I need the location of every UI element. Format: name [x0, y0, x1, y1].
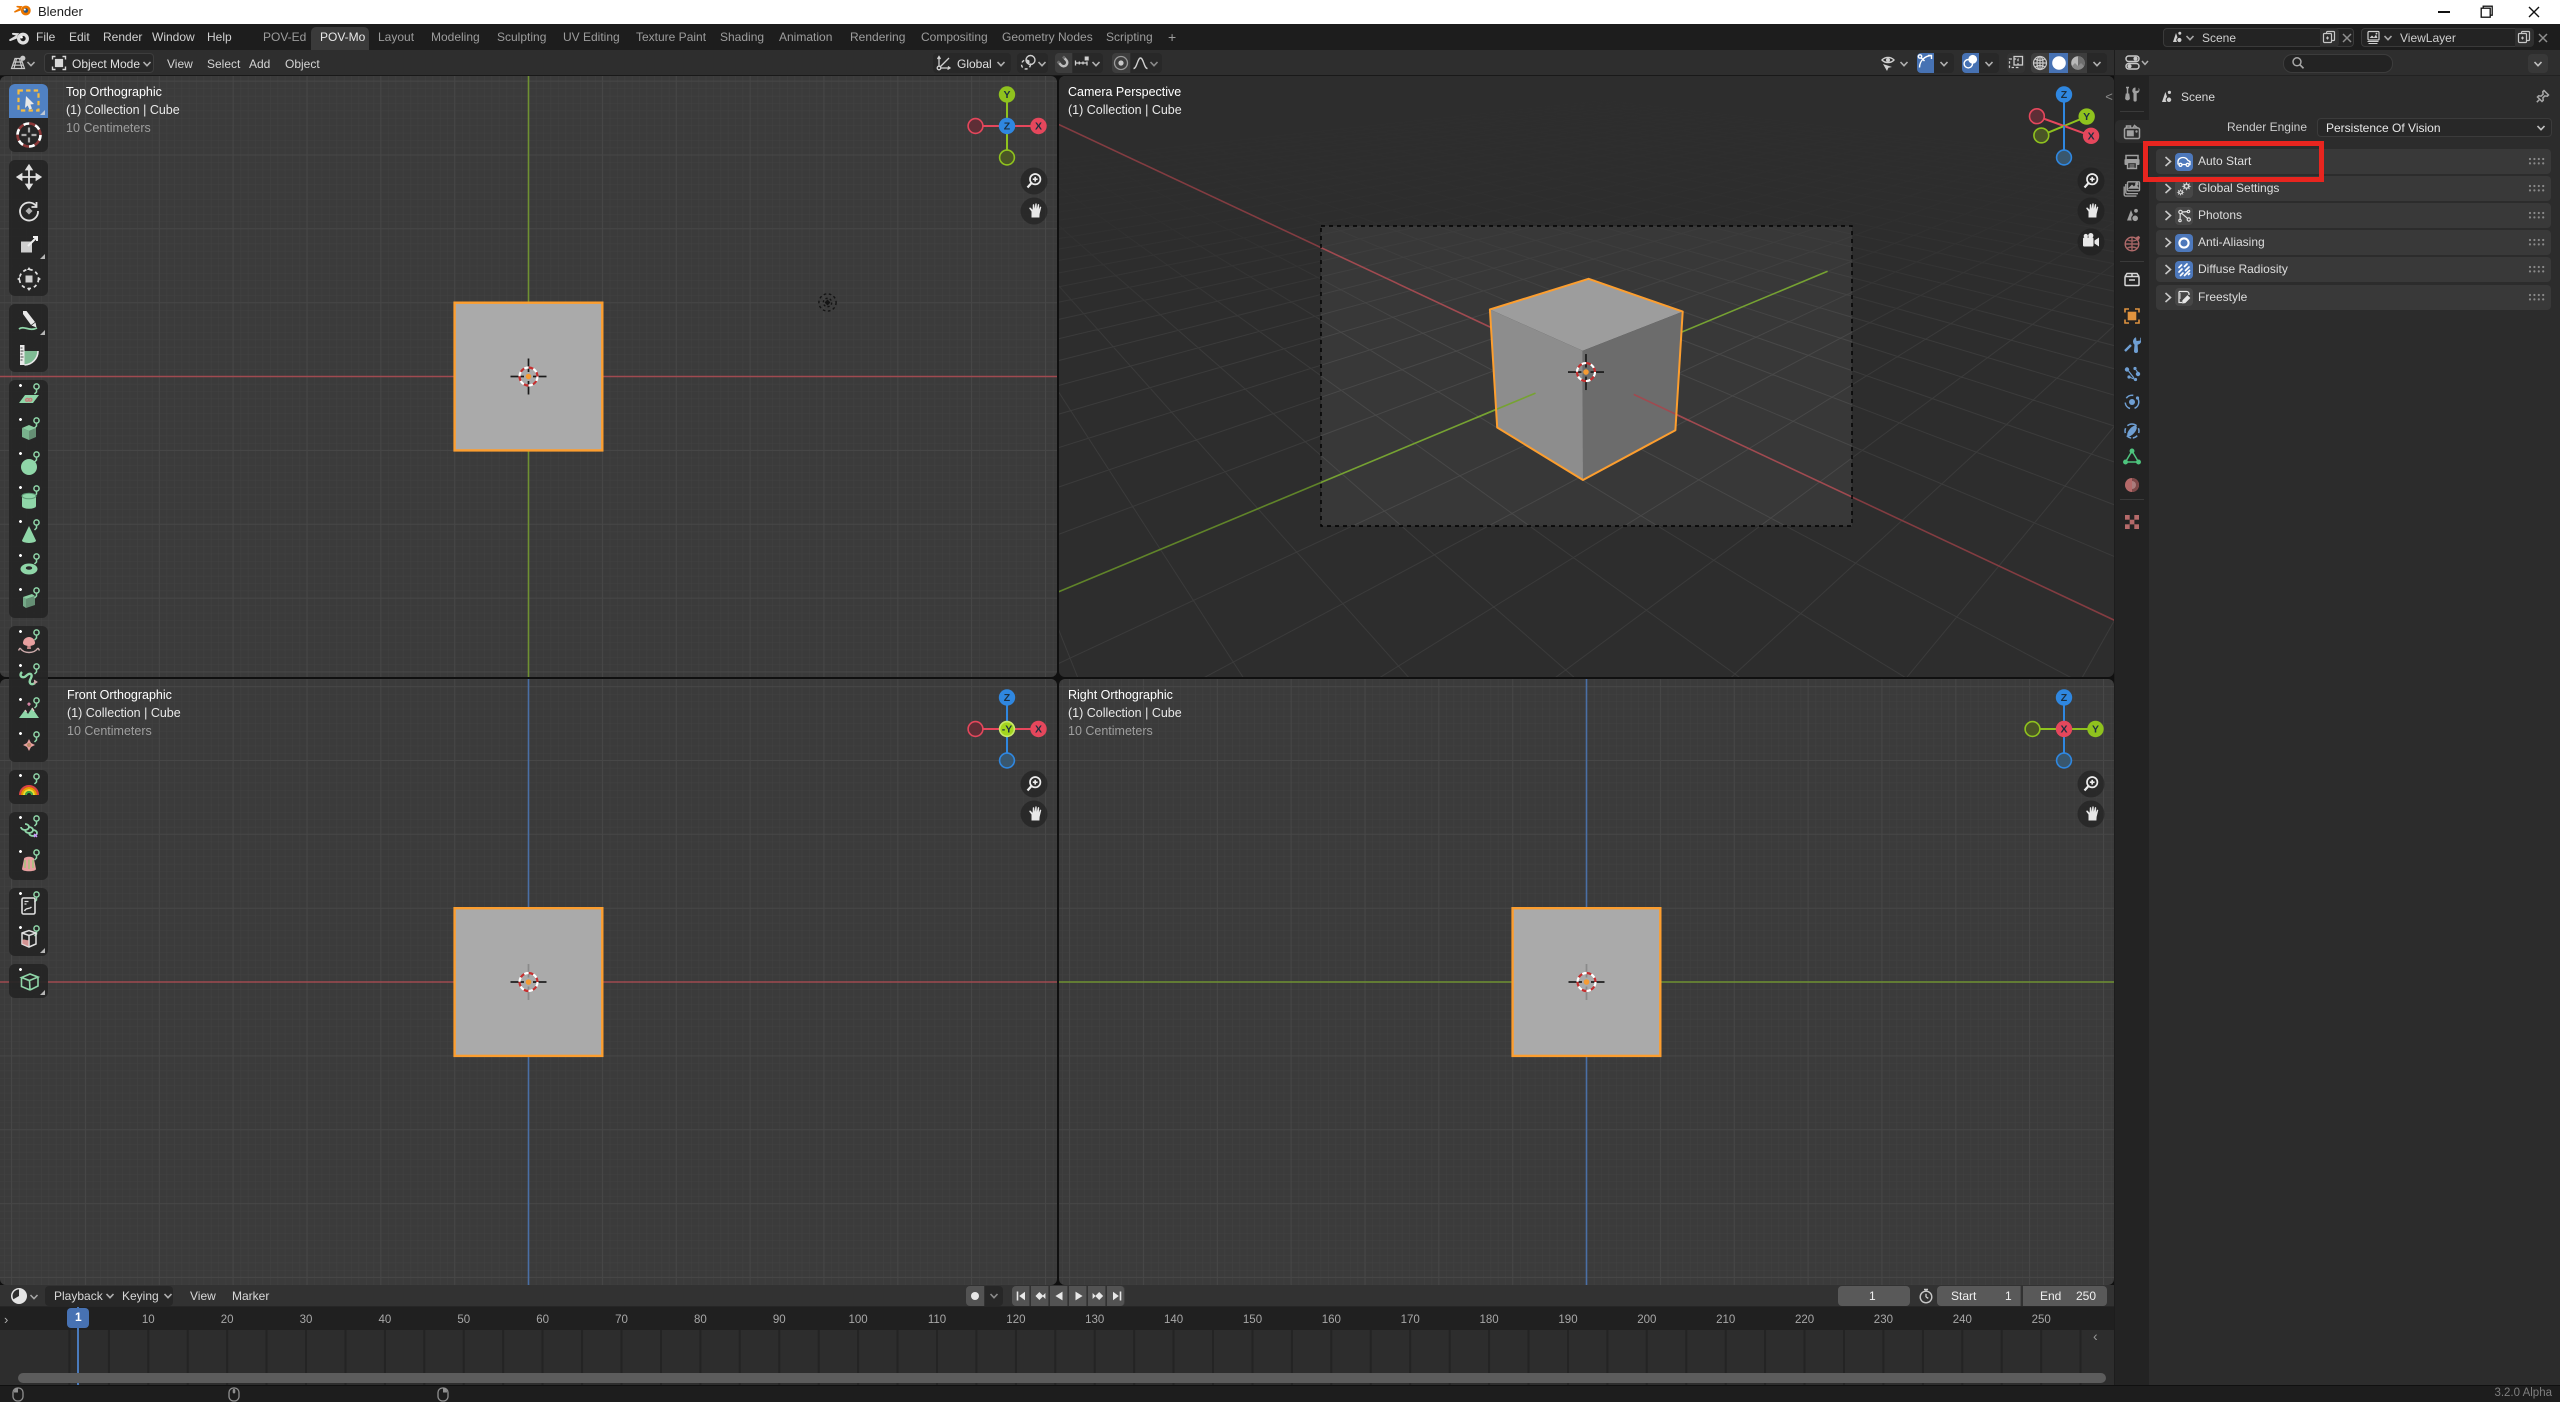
svg-text:X: X	[1035, 121, 1042, 133]
svg-text:-Y: -Y	[1002, 724, 1013, 736]
svg-text:Y: Y	[2083, 111, 2090, 123]
svg-text:Z: Z	[1004, 692, 1011, 704]
svg-text:X: X	[1035, 724, 1042, 736]
svg-text:Z: Z	[2061, 692, 2068, 704]
svg-text:Y: Y	[1003, 89, 1010, 101]
svg-text:X: X	[2060, 724, 2067, 736]
svg-text:˂: ˂	[2105, 89, 2113, 104]
svg-text:Z: Z	[1004, 121, 1011, 133]
svg-text:Z: Z	[2061, 89, 2068, 101]
svg-text:Y: Y	[2092, 724, 2099, 736]
svg-text:X: X	[2088, 130, 2095, 142]
